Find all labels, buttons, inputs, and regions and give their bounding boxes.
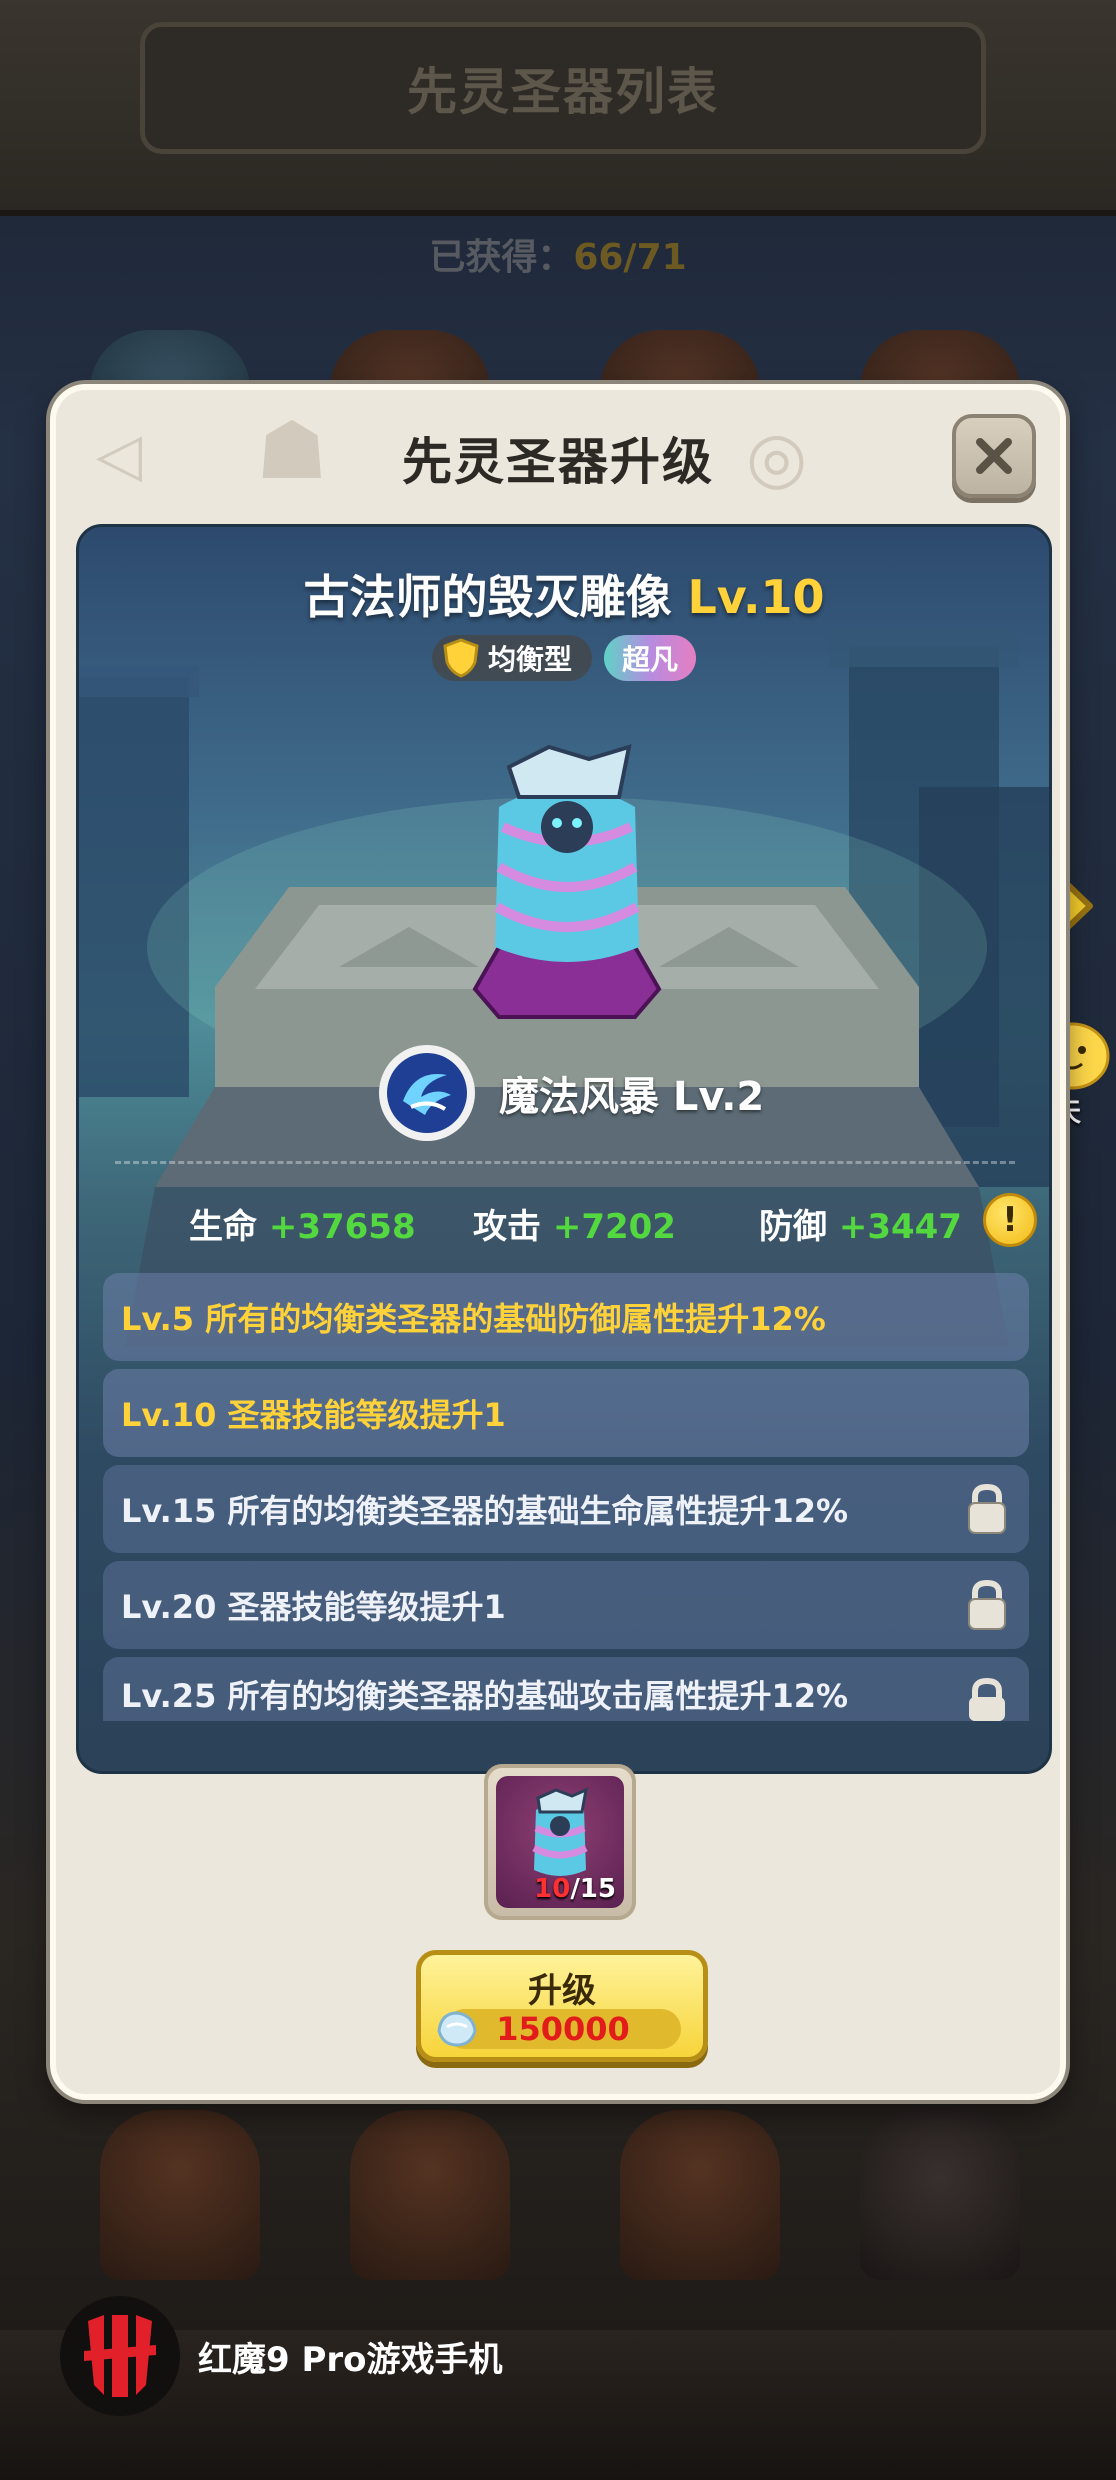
upgrade-button[interactable]: 升级 150000 [416,1950,708,2062]
fragment-total: /15 [570,1874,616,1904]
rarity-tag: 超凡 [604,635,697,681]
obtained-label: 已获得： [429,237,574,278]
divider [115,1161,1015,1164]
artifact-fragment-item[interactable]: 10/15 [484,1764,636,1920]
bonus-text: Lv.5 所有的均衡类圣器的基础防御属性提升12% [121,1300,826,1338]
background-header: 先灵圣器列表 [0,0,1116,216]
skill-name: 魔法风暴 Lv.2 [499,1074,765,1120]
stat-value: +37658 [268,1207,416,1247]
background-artifact-6 [350,2110,510,2280]
level-bonus-list[interactable]: Lv.5 所有的均衡类圣器的基础防御属性提升12% Lv.10 圣器技能等级提升… [103,1273,1029,1729]
artifact-level: Lv.10 [687,570,825,624]
stat-attack: 攻击 +7202 [473,1199,676,1248]
artifact-scene-panel: 古法师的毁灭雕像 Lv.10 均衡型 超凡 魔法风暴 Lv.2 生命 +3765… [76,524,1052,1774]
artifact-title: 古法师的毁灭雕像 Lv.10 [79,561,1049,627]
background-artifact-7 [620,2110,780,2280]
upgrade-cost-value: 150000 [496,2010,630,2048]
bonus-item: Lv.25 所有的均衡类圣器的基础攻击属性提升12% [103,1657,1029,1721]
brand-logo [60,2296,180,2416]
stat-hp: 生命 +37658 [189,1199,416,1248]
lock-icon [968,1483,1006,1534]
bonus-text: Lv.25 所有的均衡类圣器的基础攻击属性提升12% [121,1677,849,1715]
skill-row[interactable]: 魔法风暴 Lv.2 [379,1045,764,1141]
stat-label: 攻击 [473,1207,541,1247]
dialog-title: 先灵圣器升级 [402,433,714,491]
stat-value: +3447 [838,1207,962,1247]
bonus-text: Lv.10 圣器技能等级提升1 [121,1396,506,1434]
shield-icon [443,638,479,678]
stats-row: 生命 +37658 攻击 +7202 防御 +3447 [79,1199,1049,1259]
brand-text: 红魔9 Pro游戏手机 [198,2339,503,2380]
artifact-tags: 均衡型 超凡 [79,635,1049,681]
lock-icon [968,1579,1006,1630]
type-tag-label: 均衡型 [487,643,572,676]
fragment-count: 10/15 [534,1874,616,1904]
bonus-text: Lv.15 所有的均衡类圣器的基础生命属性提升12% [121,1492,849,1530]
info-icon[interactable]: ! [983,1193,1037,1247]
bonus-item: Lv.10 圣器技能等级提升1 [103,1369,1029,1457]
background-artifact-8 [860,2110,1020,2280]
bonus-item: Lv.5 所有的均衡类圣器的基础防御属性提升12% [103,1273,1029,1361]
brand-watermark: 红魔9 Pro游戏手机 [60,2296,503,2416]
bonus-item: Lv.15 所有的均衡类圣器的基础生命属性提升12% [103,1465,1029,1553]
close-button[interactable] [952,414,1036,498]
bonus-text: Lv.20 圣器技能等级提升1 [121,1588,506,1626]
artifact-name: 古法师的毁灭雕像 [303,570,672,624]
fragment-current: 10 [534,1874,571,1904]
background-title: 先灵圣器列表 [140,22,986,154]
stat-label: 防御 [759,1207,827,1247]
obtained-count: 已获得：66/71 [0,228,1116,280]
obtained-value: 66/71 [573,237,687,278]
stat-value: +7202 [552,1207,676,1247]
background-artifact-5 [100,2110,260,2280]
lock-icon [969,1677,1005,1721]
close-icon [976,438,1012,474]
upgrade-cost: 150000 [437,2009,681,2049]
magic-storm-icon [387,1053,467,1133]
crystal-currency-icon [437,2011,477,2047]
artifact-upgrade-dialog: ◁ ☗ ◎ 先灵圣器升级 古法师的毁灭雕像 Lv.10 均衡型 超凡 魔法风暴 … [50,384,1066,2100]
stat-label: 生命 [189,1207,257,1247]
skill-icon[interactable] [379,1045,475,1141]
bonus-item: Lv.20 圣器技能等级提升1 [103,1561,1029,1649]
stat-defense: 防御 +3447 [759,1199,962,1248]
red-magic-logo-icon [84,2315,156,2397]
type-tag: 均衡型 [431,635,592,681]
fragment-image: 10/15 [496,1776,624,1908]
